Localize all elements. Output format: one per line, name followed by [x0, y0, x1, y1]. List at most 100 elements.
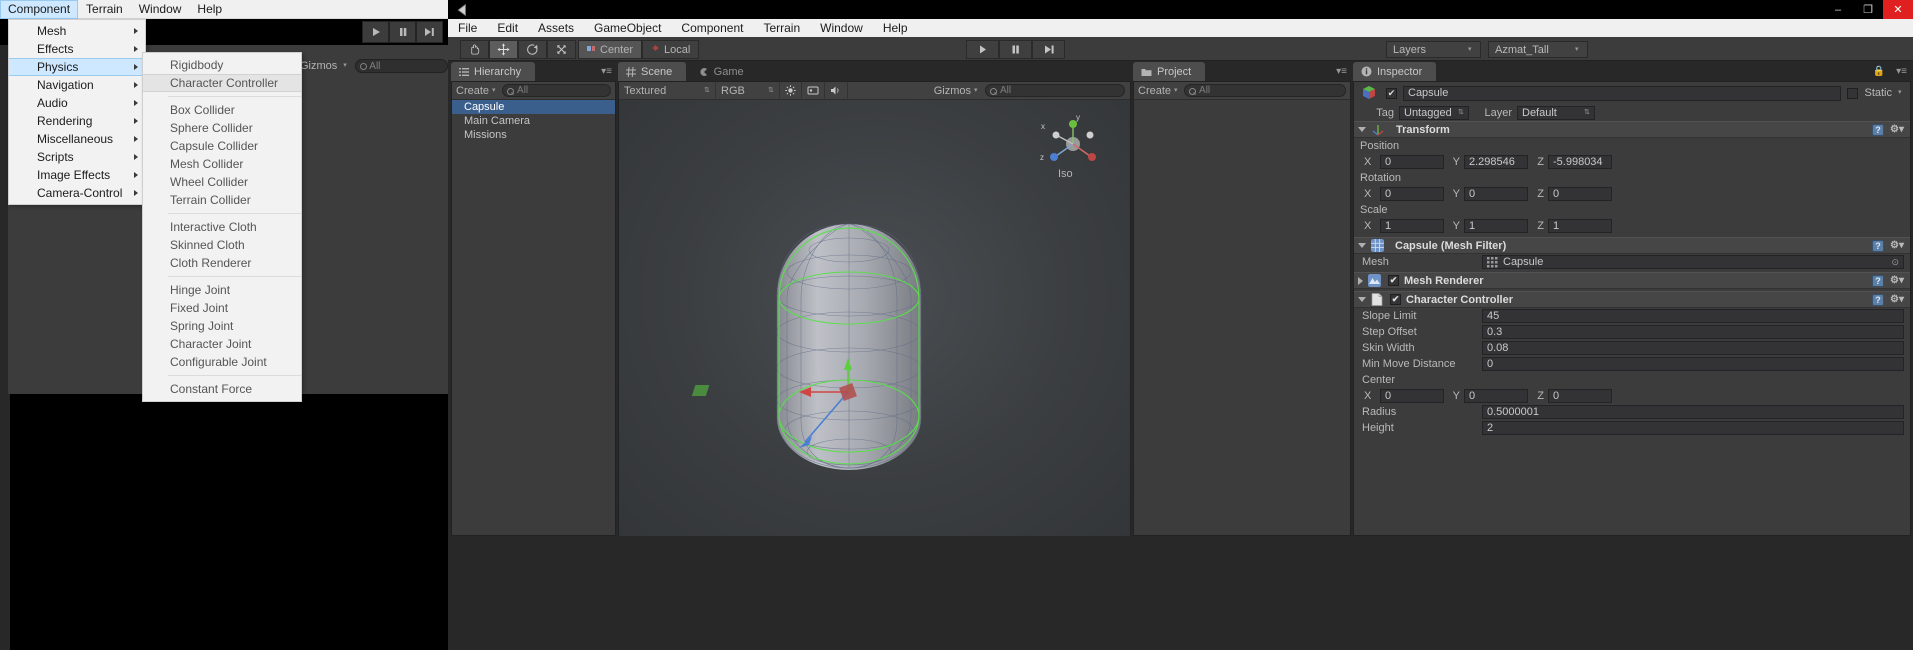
- maximize-button[interactable]: ❐: [1853, 0, 1883, 19]
- tab-scene[interactable]: Scene: [618, 62, 687, 81]
- foldout-icon[interactable]: [1358, 127, 1366, 132]
- menu-item-physics[interactable]: Physics: [9, 58, 145, 76]
- unity-menu-help[interactable]: Help: [873, 19, 918, 37]
- center-z-field[interactable]: 0: [1548, 389, 1612, 403]
- scale-tool-button[interactable]: [547, 40, 576, 59]
- submenu-item-spring-joint[interactable]: Spring Joint: [143, 317, 301, 335]
- object-picker-icon[interactable]: ⊙: [1891, 257, 1903, 268]
- rotation-x-field[interactable]: 0: [1380, 187, 1444, 201]
- hierarchy-menu-icon[interactable]: ▾≡: [601, 66, 612, 77]
- scene-fx-toggle[interactable]: [802, 81, 825, 100]
- menu-item-scripts[interactable]: Scripts: [9, 148, 145, 166]
- scene-axis-gizmo[interactable]: x y z Iso: [1038, 112, 1108, 192]
- tag-dropdown[interactable]: Untagged ⇅: [1399, 105, 1469, 120]
- hierarchy-search-input[interactable]: All: [502, 84, 611, 97]
- scale-z-field[interactable]: 1: [1548, 219, 1612, 233]
- height-field[interactable]: 2: [1482, 421, 1904, 435]
- scene-draw-mode-dropdown[interactable]: Textured ⇅: [619, 81, 716, 100]
- submenu-item-fixed-joint[interactable]: Fixed Joint: [143, 299, 301, 317]
- gear-icon[interactable]: ⚙▾: [1890, 275, 1904, 287]
- pivot-controls[interactable]: Center Local: [578, 40, 700, 59]
- project-create-button[interactable]: Create ▾: [1138, 85, 1180, 97]
- step-button[interactable]: [1032, 40, 1065, 59]
- scene-view-mode-label[interactable]: Iso: [1058, 168, 1073, 180]
- background-search-input[interactable]: All: [355, 59, 448, 73]
- unity-menu-gameobject[interactable]: GameObject: [584, 19, 671, 37]
- mesh-object-field[interactable]: Capsule ⊙: [1482, 255, 1904, 269]
- component-header-transform[interactable]: Transform ? ⚙▾: [1354, 121, 1910, 138]
- rotate-tool-button[interactable]: [518, 40, 547, 59]
- submenu-item-skinned-cloth[interactable]: Skinned Cloth: [143, 236, 301, 254]
- help-icon[interactable]: ?: [1872, 293, 1885, 306]
- menu-item-mesh[interactable]: Mesh: [9, 22, 145, 40]
- component-dropdown-menu[interactable]: Mesh Effects Physics Navigation Audio Re…: [8, 19, 146, 205]
- background-playback-controls[interactable]: [362, 21, 443, 43]
- submenu-item-character-controller[interactable]: Character Controller: [143, 74, 301, 92]
- pivot-rotation-button[interactable]: Local: [642, 40, 700, 59]
- background-menubar[interactable]: Component Terrain Window Help: [0, 0, 448, 19]
- move-tool-button[interactable]: [489, 40, 518, 59]
- hierarchy-create-button[interactable]: Create ▾: [456, 85, 498, 97]
- submenu-item-interactive-cloth[interactable]: Interactive Cloth: [143, 218, 301, 236]
- tab-game[interactable]: Game: [691, 62, 758, 81]
- scene-gizmos-dropdown[interactable]: Gizmos ▾: [929, 82, 985, 100]
- lock-icon[interactable]: 🔒: [1873, 66, 1885, 77]
- submenu-item-wheel-collider[interactable]: Wheel Collider: [143, 173, 301, 191]
- minimize-button[interactable]: –: [1823, 0, 1853, 19]
- tab-inspector[interactable]: Inspector: [1353, 62, 1437, 81]
- menu-window[interactable]: Window: [131, 0, 190, 19]
- gear-icon[interactable]: ⚙▾: [1890, 294, 1904, 306]
- submenu-item-mesh-collider[interactable]: Mesh Collider: [143, 155, 301, 173]
- submenu-item-sphere-collider[interactable]: Sphere Collider: [143, 119, 301, 137]
- submenu-item-capsule-collider[interactable]: Capsule Collider: [143, 137, 301, 155]
- help-icon[interactable]: ?: [1872, 274, 1885, 287]
- hierarchy-item-capsule[interactable]: Capsule: [452, 100, 615, 114]
- object-name-field[interactable]: Capsule: [1403, 85, 1842, 101]
- submenu-item-box-collider[interactable]: Box Collider: [143, 101, 301, 119]
- tab-hierarchy[interactable]: Hierarchy: [451, 62, 536, 81]
- position-z-field[interactable]: -5.998034: [1548, 155, 1612, 169]
- rotation-y-field[interactable]: 0: [1464, 187, 1528, 201]
- object-enabled-checkbox[interactable]: ✔: [1386, 87, 1397, 99]
- unity-menu-component[interactable]: Component: [671, 19, 753, 37]
- transform-tools[interactable]: [460, 40, 576, 59]
- scene-lighting-toggle[interactable]: [780, 81, 802, 100]
- play-button[interactable]: [966, 40, 999, 59]
- step-button[interactable]: [416, 21, 443, 43]
- character-controller-enabled-checkbox[interactable]: ✔: [1390, 294, 1401, 305]
- submenu-item-rigidbody[interactable]: Rigidbody: [143, 56, 301, 74]
- gizmos-label[interactable]: Gizmos: [300, 60, 337, 72]
- mesh-renderer-enabled-checkbox[interactable]: ✔: [1388, 275, 1399, 286]
- min-move-distance-field[interactable]: 0: [1482, 357, 1904, 371]
- project-menu-icon[interactable]: ▾≡: [1336, 66, 1347, 77]
- hand-tool-button[interactable]: [460, 40, 489, 59]
- submenu-item-hinge-joint[interactable]: Hinge Joint: [143, 281, 301, 299]
- slope-limit-field[interactable]: 45: [1482, 309, 1904, 323]
- unity-menubar[interactable]: File Edit Assets GameObject Component Te…: [448, 19, 1913, 37]
- foldout-icon[interactable]: [1358, 276, 1363, 285]
- playback-controls[interactable]: [966, 40, 1065, 59]
- unity-menu-assets[interactable]: Assets: [528, 19, 584, 37]
- chevron-down-icon[interactable]: ▾: [1898, 89, 1904, 96]
- layout-dropdown[interactable]: Azmat_Tall ▾: [1488, 41, 1588, 58]
- menu-item-image-effects[interactable]: Image Effects: [9, 166, 145, 184]
- inspector-menu-icon[interactable]: ▾≡: [1896, 66, 1907, 77]
- position-y-field[interactable]: 2.298546: [1464, 155, 1528, 169]
- hierarchy-item-missions[interactable]: Missions: [452, 128, 615, 142]
- play-button[interactable]: [362, 21, 389, 43]
- window-controls[interactable]: – ❐ ✕: [1823, 0, 1913, 19]
- hierarchy-item-main-camera[interactable]: Main Camera: [452, 114, 615, 128]
- pivot-mode-button[interactable]: Center: [578, 40, 643, 59]
- pause-button[interactable]: [389, 21, 416, 43]
- position-x-field[interactable]: 0: [1380, 155, 1444, 169]
- menu-item-miscellaneous[interactable]: Miscellaneous: [9, 130, 145, 148]
- menu-component[interactable]: Component: [0, 0, 79, 19]
- project-search-input[interactable]: All: [1184, 84, 1346, 97]
- scene-audio-toggle[interactable]: [825, 81, 848, 100]
- unity-menu-terrain[interactable]: Terrain: [753, 19, 810, 37]
- skin-width-field[interactable]: 0.08: [1482, 341, 1904, 355]
- gear-icon[interactable]: ⚙▾: [1890, 240, 1904, 252]
- menu-item-rendering[interactable]: Rendering: [9, 112, 145, 130]
- submenu-item-configurable-joint[interactable]: Configurable Joint: [143, 353, 301, 371]
- radius-field[interactable]: 0.5000001: [1482, 405, 1904, 419]
